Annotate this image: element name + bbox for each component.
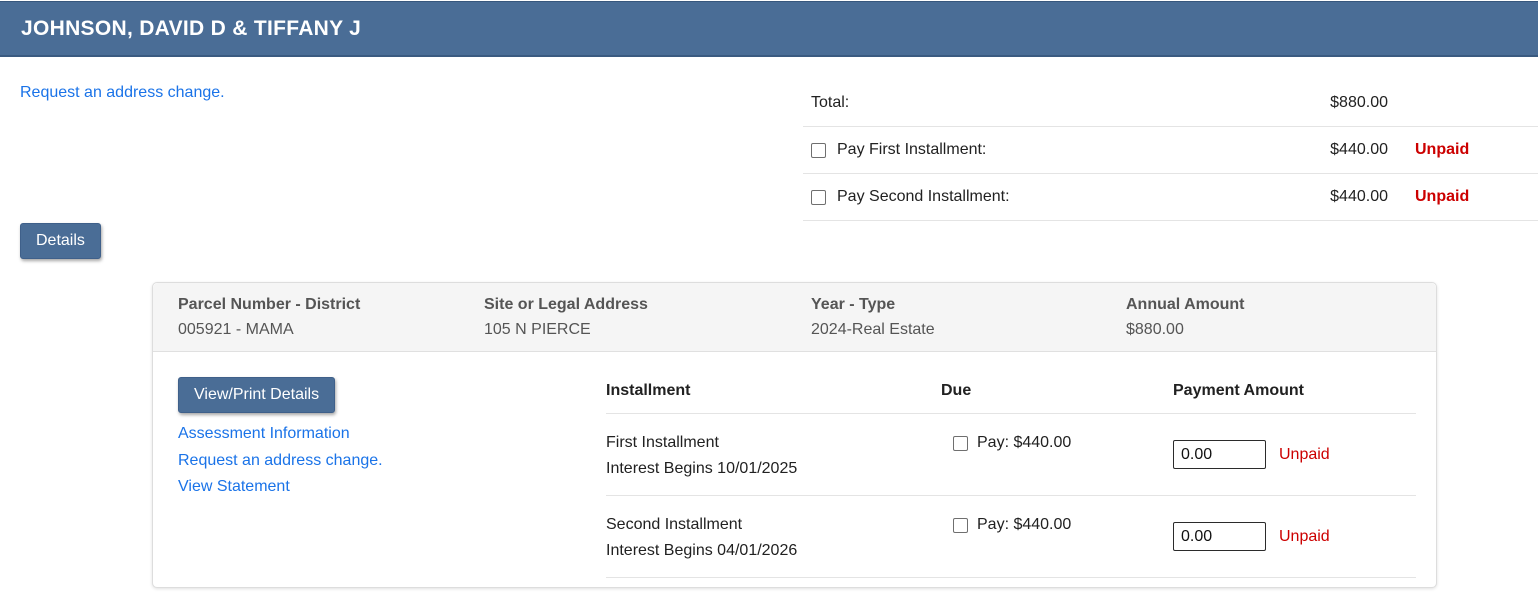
assessment-information-link[interactable]: Assessment Information (178, 421, 383, 448)
installment-column-header: Installment (606, 382, 941, 400)
payment-summary-table: Total: $880.00 Pay First Installment: $4… (803, 80, 1538, 221)
second-installment-pay-checkbox[interactable] (953, 518, 968, 533)
summary-row-first-installment: Pay First Installment: $440.00 Unpaid (803, 127, 1538, 174)
request-address-change-panel-link[interactable]: Request an address change. (178, 448, 383, 475)
installment-table: Installment Due Payment Amount First Ins… (606, 352, 1416, 578)
second-installment-amount: $440.00 (1298, 188, 1388, 206)
first-installment-due-amount: Pay: $440.00 (977, 434, 1071, 452)
details-panel-body: View/Print Details Assessment Informatio… (153, 352, 1436, 588)
second-installment-payment-input[interactable] (1173, 522, 1266, 551)
pay-second-installment-checkbox[interactable] (811, 190, 826, 205)
second-installment-interest-date: Interest Begins 04/01/2026 (606, 538, 941, 564)
first-installment-row: First Installment Interest Begins 10/01/… (606, 414, 1416, 496)
pay-first-installment-checkbox[interactable] (811, 143, 826, 158)
parcel-number-district-label: Parcel Number - District (178, 296, 484, 314)
title-bar: JOHNSON, DAVID D & TIFFANY J (0, 1, 1538, 57)
first-installment-pay-checkbox[interactable] (953, 436, 968, 451)
second-installment-row: Second Installment Interest Begins 04/01… (606, 496, 1416, 578)
total-label: Total: (811, 94, 849, 112)
view-statement-link[interactable]: View Statement (178, 474, 383, 501)
year-type-label: Year - Type (811, 296, 1126, 314)
view-print-details-button[interactable]: View/Print Details (178, 377, 335, 413)
summary-row-second-installment: Pay Second Installment: $440.00 Unpaid (803, 174, 1538, 221)
payment-amount-column-header: Payment Amount (1173, 382, 1416, 400)
second-installment-status-badge: Unpaid (1415, 188, 1489, 206)
site-legal-address-label: Site or Legal Address (484, 296, 811, 314)
parcel-summary-header: Parcel Number - District 005921 - MAMA S… (153, 283, 1436, 352)
installment-table-header: Installment Due Payment Amount (606, 352, 1416, 414)
details-panel: Parcel Number - District 005921 - MAMA S… (152, 282, 1437, 588)
first-installment-row-status: Unpaid (1279, 446, 1330, 464)
parcel-number-district-value: 005921 - MAMA (178, 321, 484, 339)
summary-row-total: Total: $880.00 (803, 80, 1538, 127)
first-installment-amount: $440.00 (1298, 141, 1388, 159)
page-title: JOHNSON, DAVID D & TIFFANY J (21, 17, 361, 41)
first-installment-status-badge: Unpaid (1415, 141, 1489, 159)
total-amount: $880.00 (1298, 94, 1388, 112)
parcel-actions: View/Print Details Assessment Informatio… (178, 377, 383, 501)
request-address-change-link[interactable]: Request an address change. (20, 84, 225, 102)
second-installment-due-amount: Pay: $440.00 (977, 516, 1071, 534)
first-installment-name: First Installment (606, 430, 941, 456)
site-legal-address-value: 105 N PIERCE (484, 321, 811, 339)
pay-first-installment-label: Pay First Installment: (837, 141, 986, 159)
annual-amount-value: $880.00 (1126, 321, 1436, 339)
due-column-header: Due (941, 382, 1173, 400)
first-installment-interest-date: Interest Begins 10/01/2025 (606, 456, 941, 482)
annual-amount-label: Annual Amount (1126, 296, 1436, 314)
second-installment-row-status: Unpaid (1279, 528, 1330, 546)
first-installment-payment-input[interactable] (1173, 440, 1266, 469)
pay-second-installment-label: Pay Second Installment: (837, 188, 1010, 206)
details-tab-button[interactable]: Details (20, 223, 101, 259)
year-type-value: 2024-Real Estate (811, 321, 1126, 339)
second-installment-name: Second Installment (606, 512, 941, 538)
